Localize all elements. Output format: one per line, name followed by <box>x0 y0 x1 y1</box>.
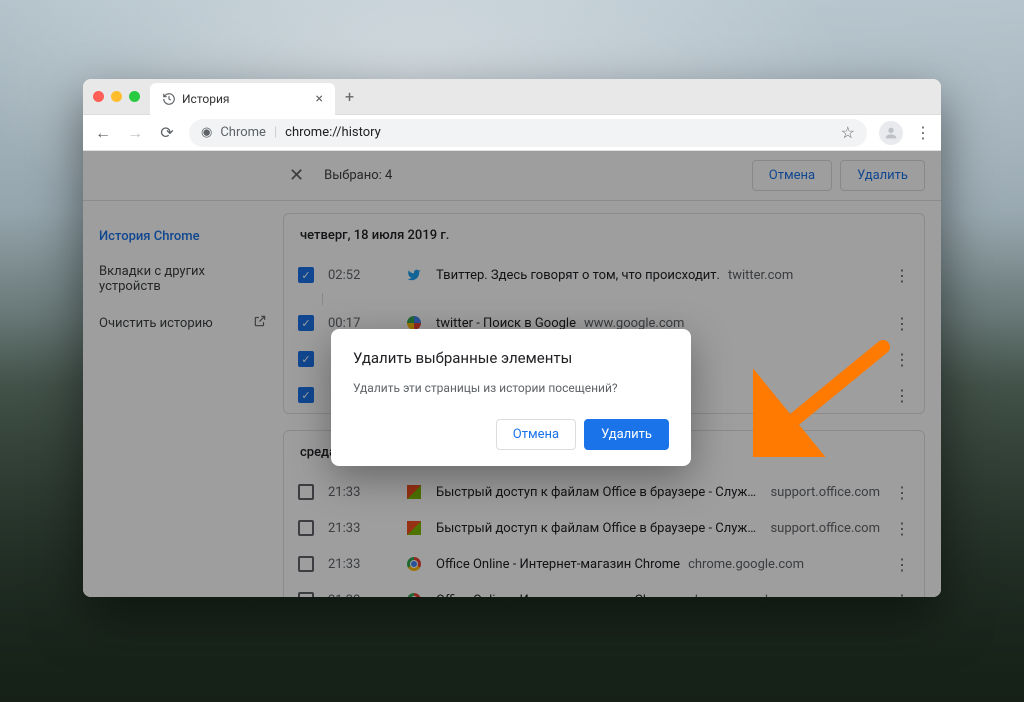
profile-avatar[interactable] <box>879 121 903 145</box>
dialog-confirm-button[interactable]: Удалить <box>584 419 669 450</box>
bookmark-star-icon[interactable]: ☆ <box>841 123 855 142</box>
reload-button[interactable]: ⟳ <box>157 123 177 143</box>
browser-window: История × + ← → ⟳ ◉ Chrome | chrome://hi… <box>83 79 941 597</box>
minimize-window-button[interactable] <box>111 91 122 102</box>
address-chrome-label: Chrome <box>220 125 266 140</box>
tab-title: История <box>182 92 229 106</box>
history-icon <box>162 92 176 106</box>
traffic-lights <box>93 91 140 102</box>
close-window-button[interactable] <box>93 91 104 102</box>
dialog-cancel-button[interactable]: Отмена <box>496 419 576 450</box>
dialog-title: Удалить выбранные элементы <box>353 349 669 367</box>
new-tab-button[interactable]: + <box>345 87 354 106</box>
address-path: chrome://history <box>285 125 381 140</box>
browser-tab[interactable]: История × <box>150 83 335 115</box>
browser-menu-icon[interactable]: ⋮ <box>915 123 931 142</box>
tab-close-icon[interactable]: × <box>315 91 322 107</box>
address-bar: ← → ⟳ ◉ Chrome | chrome://history ☆ ⋮ <box>83 115 941 151</box>
back-button[interactable]: ← <box>93 123 113 143</box>
address-field[interactable]: ◉ Chrome | chrome://history ☆ <box>189 119 867 147</box>
dialog-message: Удалить эти страницы из истории посещени… <box>353 381 669 395</box>
maximize-window-button[interactable] <box>129 91 140 102</box>
confirm-delete-dialog: Удалить выбранные элементы Удалить эти с… <box>331 329 691 466</box>
forward-button[interactable]: → <box>125 123 145 143</box>
chrome-icon: ◉ <box>201 125 212 140</box>
window-titlebar: История × + <box>83 79 941 115</box>
